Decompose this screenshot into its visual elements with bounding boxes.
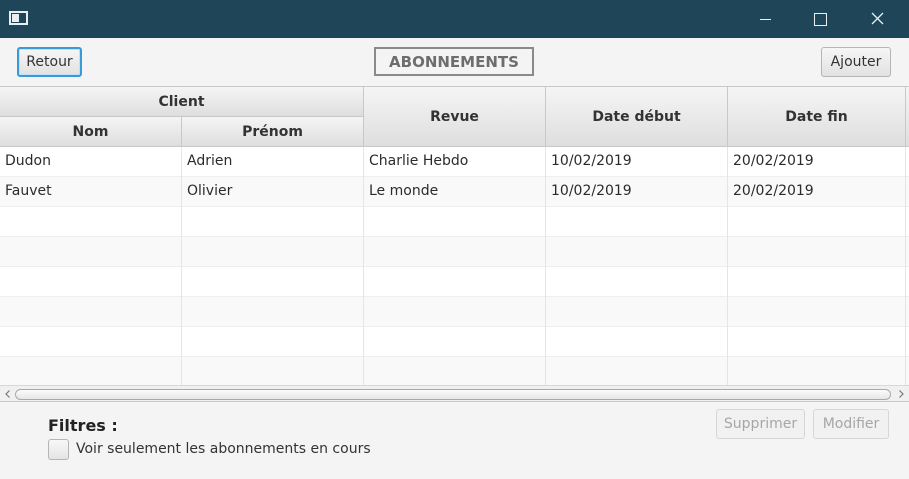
maximize-icon[interactable]	[796, 0, 842, 38]
horizontal-scrollbar[interactable]	[0, 385, 909, 401]
app-window-icon	[9, 11, 28, 25]
table-cell: 10/02/2019	[546, 177, 728, 207]
column-header-date-debut[interactable]: Date début	[546, 87, 728, 147]
filters-title: Filtres :	[48, 416, 118, 435]
table-cell	[0, 297, 182, 327]
subscriptions-table[interactable]: Client Nom Prénom Revue Date début Date …	[0, 86, 909, 402]
table-cell: 20/02/2019	[728, 177, 906, 207]
table-cell	[364, 297, 546, 327]
back-button[interactable]: Retour	[17, 47, 82, 77]
table-row[interactable]	[0, 357, 909, 387]
table-cell: 20/02/2019	[728, 147, 906, 177]
table-cell	[182, 267, 364, 297]
table-row[interactable]	[0, 327, 909, 357]
table-cell: Charlie Hebdo	[364, 147, 546, 177]
table-cell	[182, 237, 364, 267]
table-cell	[728, 357, 906, 387]
column-header-prenom[interactable]: Prénom	[182, 117, 364, 147]
table-cell: Dudon	[0, 147, 182, 177]
table-row[interactable]	[0, 267, 909, 297]
table-cell	[364, 207, 546, 237]
table-cell	[364, 327, 546, 357]
table-cell	[364, 357, 546, 387]
add-button[interactable]: Ajouter	[821, 47, 891, 77]
close-icon[interactable]	[855, 0, 901, 38]
table-cell	[728, 237, 906, 267]
table-cell	[728, 207, 906, 237]
table-cell	[182, 207, 364, 237]
table-cell	[546, 237, 728, 267]
table-cell	[0, 207, 182, 237]
current-only-checkbox[interactable]	[48, 439, 69, 460]
table-cell: Olivier	[182, 177, 364, 207]
scrollbar-thumb[interactable]	[15, 389, 891, 400]
table-cell: 10/02/2019	[546, 147, 728, 177]
table-row[interactable]	[0, 297, 909, 327]
scroll-left-icon[interactable]	[3, 389, 13, 399]
table-cell	[546, 207, 728, 237]
table-row[interactable]: Fauvet Olivier Le monde 10/02/2019 20/02/201…	[0, 177, 909, 207]
edit-button[interactable]: Modifier	[813, 409, 889, 439]
table-cell	[182, 357, 364, 387]
table-cell	[364, 237, 546, 267]
minimize-icon[interactable]	[742, 0, 788, 38]
table-cell: Le monde	[364, 177, 546, 207]
table-cell	[546, 297, 728, 327]
table-row[interactable]: Dudon Adrien Charlie Hebdo 10/02/2019 20/02/…	[0, 147, 909, 177]
table-cell	[182, 327, 364, 357]
table-cell	[546, 267, 728, 297]
column-header-revue[interactable]: Revue	[364, 87, 546, 147]
table-cell	[182, 297, 364, 327]
table-cell	[0, 357, 182, 387]
column-header-nom[interactable]: Nom	[0, 117, 182, 147]
table-body: Dudon Adrien Charlie Hebdo 10/02/2019 20/02/…	[0, 147, 909, 387]
table-cell	[728, 327, 906, 357]
table-row[interactable]	[0, 237, 909, 267]
window-titlebar[interactable]	[0, 0, 909, 38]
column-header-date-fin[interactable]: Date fin	[728, 87, 906, 147]
table-cell: Adrien	[182, 147, 364, 177]
table-cell	[0, 327, 182, 357]
current-only-label[interactable]: Voir seulement les abonnements en cours	[76, 441, 371, 457]
table-cell	[0, 267, 182, 297]
table-row[interactable]	[0, 207, 909, 237]
delete-button[interactable]: Supprimer	[716, 409, 805, 439]
table-cell	[728, 297, 906, 327]
page-title: ABONNEMENTS	[374, 47, 534, 76]
table-cell	[546, 327, 728, 357]
column-group-client: Client	[0, 87, 364, 117]
table-cell	[728, 267, 906, 297]
table-cell	[546, 357, 728, 387]
scroll-right-icon[interactable]	[896, 389, 906, 399]
table-cell	[364, 267, 546, 297]
table-cell: Fauvet	[0, 177, 182, 207]
table-cell	[0, 237, 182, 267]
